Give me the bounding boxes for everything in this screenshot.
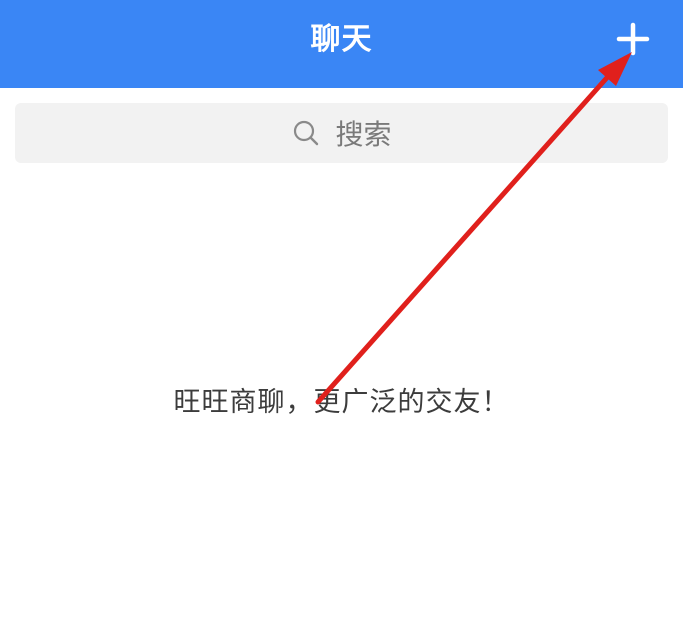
search-bar[interactable]: 搜索 (15, 103, 668, 163)
add-button[interactable] (608, 14, 658, 64)
plus-icon (616, 22, 650, 56)
search-label: 搜索 (335, 118, 392, 151)
chat-screen: 聊天 搜索 旺旺商聊，更广泛的交友！ (0, 0, 683, 624)
annotation-arrow (315, 52, 632, 405)
top-bar: 聊天 (0, 0, 683, 88)
page-title: 聊天 (310, 22, 373, 57)
empty-state-message: 旺旺商聊，更广泛的交友！ (173, 387, 510, 418)
search-icon (294, 120, 319, 146)
